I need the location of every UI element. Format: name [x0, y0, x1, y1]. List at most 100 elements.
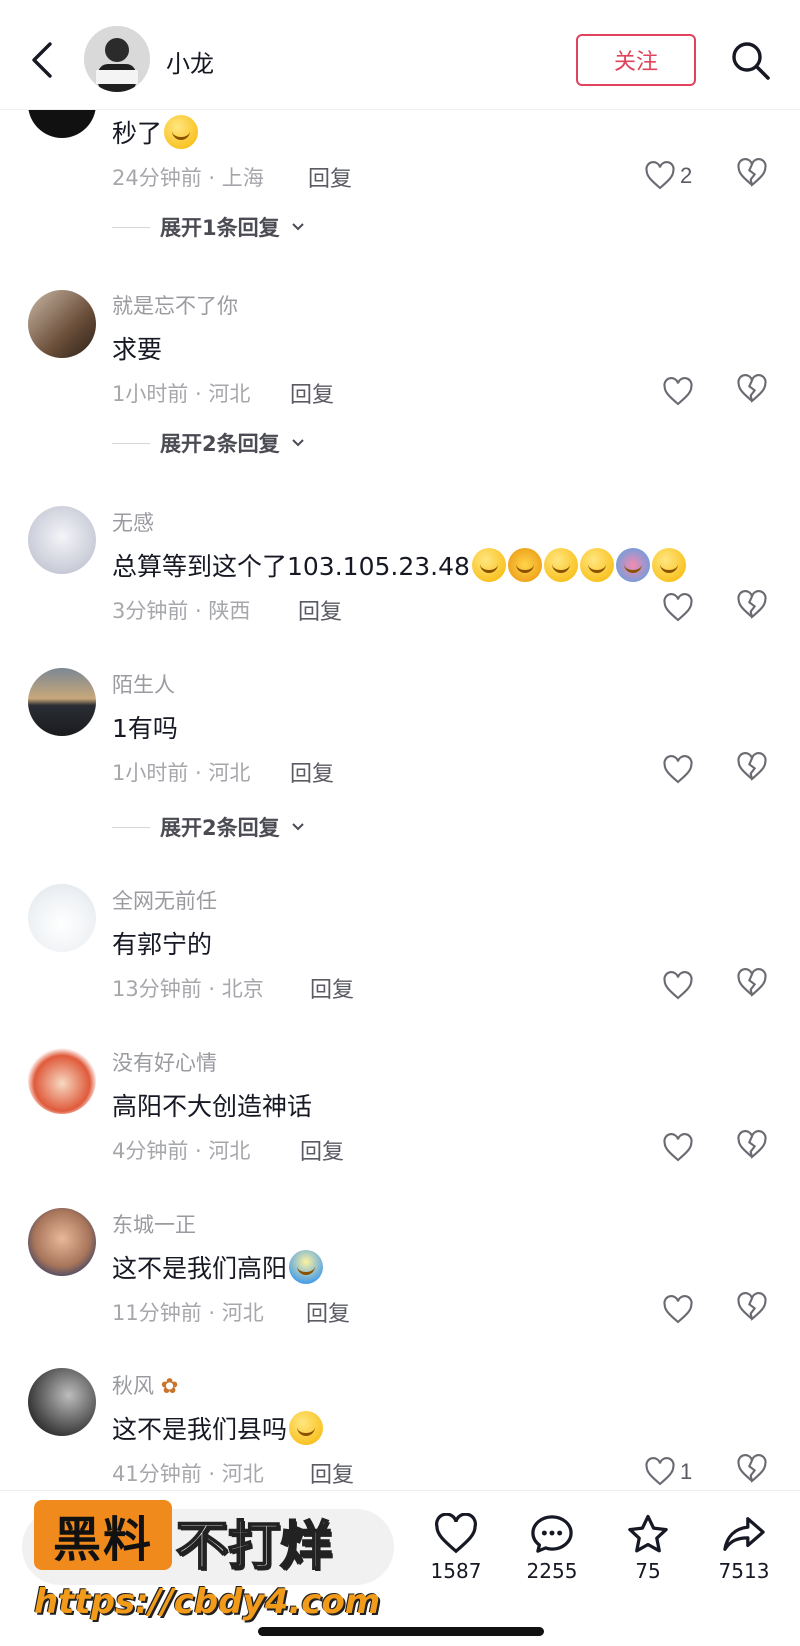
share-button[interactable]: 7513 — [704, 1513, 784, 1583]
comment-time-location: 3分钟前 · 陕西 — [112, 599, 251, 623]
dislike-button[interactable] — [736, 1292, 772, 1328]
comment-text-content: 总算等到这个了103.105.23.48 — [112, 552, 470, 581]
comment-author[interactable]: 陌生人 — [112, 669, 175, 699]
comment-avatar[interactable] — [28, 290, 96, 358]
comment-count: 2255 — [526, 1559, 578, 1583]
expand-replies-label: 展开2条回复 — [160, 432, 280, 456]
comment-text: 求要 — [112, 335, 163, 364]
relieved-emoji-icon — [543, 548, 578, 582]
comment-avatar[interactable] — [28, 1368, 96, 1436]
crying-laughing-emoji-icon — [164, 115, 199, 149]
heart-icon — [663, 1133, 693, 1162]
reply-button[interactable]: 回复 — [310, 1457, 354, 1489]
top-bar: 小龙 关注 — [0, 0, 800, 110]
chevron-left-icon — [32, 42, 52, 78]
expand-replies-button[interactable]: 展开1条回复 — [112, 212, 306, 242]
like-button[interactable] — [662, 374, 732, 410]
reply-button[interactable]: 回复 — [290, 377, 334, 409]
heart-icon — [645, 161, 675, 190]
reply-button[interactable]: 回复 — [300, 1134, 344, 1166]
comment-avatar[interactable] — [28, 668, 96, 736]
back-button[interactable] — [26, 38, 62, 82]
watermark-badge: 黑料 — [34, 1500, 172, 1570]
chevron-down-icon — [291, 439, 304, 447]
maple-leaf-icon: ✿ — [160, 1374, 179, 1398]
comment-author[interactable]: 无感 — [112, 507, 154, 537]
comments-button[interactable]: 2255 — [512, 1513, 592, 1583]
comment-author[interactable]: 东城一正 — [112, 1209, 196, 1239]
comment-avatar[interactable] — [28, 1046, 96, 1114]
share-count: 7513 — [718, 1559, 770, 1583]
comment-avatar[interactable] — [28, 1208, 96, 1276]
comment-time-location: 11分钟前 · 河北 — [112, 1301, 264, 1325]
search-button[interactable] — [728, 38, 772, 82]
like-video-button[interactable]: 1587 — [416, 1513, 496, 1583]
like-button[interactable] — [662, 752, 732, 788]
comment-text: 这不是我们县吗 — [112, 1410, 324, 1446]
divider — [112, 442, 150, 444]
like-count: 1587 — [430, 1559, 482, 1583]
follow-button[interactable]: 关注 — [576, 34, 696, 86]
grinning-emoji-icon — [471, 548, 506, 582]
dislike-button[interactable] — [736, 1130, 772, 1166]
like-button[interactable]: 2 — [644, 158, 714, 194]
heart-icon — [663, 1295, 693, 1324]
broken-heart-icon — [737, 968, 767, 997]
heart-icon — [663, 593, 693, 622]
comment-author[interactable]: 就是忘不了你 — [112, 290, 238, 320]
reply-button[interactable]: 回复 — [306, 1296, 350, 1328]
expand-replies-button[interactable]: 展开2条回复 — [112, 812, 306, 842]
chevron-down-icon — [291, 223, 304, 231]
watermark: 黑料 不打烊 https://cbdy4.com — [34, 1500, 380, 1640]
broken-heart-icon — [737, 752, 767, 781]
comment-time-location: 24分钟前 · 上海 — [112, 166, 264, 190]
smiling-emoji-icon — [651, 548, 686, 582]
like-button[interactable] — [662, 968, 732, 1004]
watermark-text: 不打烊 — [175, 1516, 333, 1578]
screaming-emoji-icon — [289, 1250, 324, 1284]
reply-button[interactable]: 回复 — [308, 161, 352, 193]
heart-icon — [435, 1513, 477, 1554]
broken-heart-icon — [737, 158, 767, 187]
divider — [112, 826, 150, 828]
broken-heart-icon — [737, 1454, 767, 1483]
pleading-emoji-icon — [289, 1411, 324, 1445]
author-avatar[interactable] — [84, 26, 150, 92]
favorite-count: 75 — [635, 1559, 661, 1583]
expand-replies-button[interactable]: 展开2条回复 — [112, 428, 306, 458]
author-name[interactable]: 小龙 — [166, 44, 214, 79]
comment-avatar[interactable] — [28, 506, 96, 574]
dislike-button[interactable] — [736, 968, 772, 1004]
comment-author[interactable]: 秋风 ✿ — [112, 1370, 178, 1400]
dislike-button[interactable] — [736, 374, 772, 410]
comment-author[interactable]: 全网无前任 — [112, 885, 217, 915]
like-count: 1 — [680, 1459, 693, 1484]
like-button[interactable] — [662, 1292, 732, 1328]
broken-heart-icon — [737, 374, 767, 403]
favorite-button[interactable]: 75 — [608, 1513, 688, 1583]
heart-icon — [663, 755, 693, 784]
comment-list: 秒了 24分钟前 · 上海 回复 2 展开1条回复 就是忘不了你 求要 1小时前… — [0, 0, 800, 1646]
like-button[interactable]: 1 — [644, 1454, 714, 1490]
comment-author[interactable]: 没有好心情 — [112, 1047, 217, 1077]
expand-replies-label: 展开1条回复 — [160, 216, 280, 240]
comment-text-content: 秒了 — [112, 119, 163, 148]
reply-button[interactable]: 回复 — [310, 972, 354, 1004]
dislike-button[interactable] — [736, 1454, 772, 1490]
expand-replies-label: 展开2条回复 — [160, 816, 280, 840]
like-button[interactable] — [662, 590, 732, 626]
like-button[interactable] — [662, 1130, 732, 1166]
party-popper-emoji-icon — [507, 548, 542, 582]
comment-text: 1有吗 — [112, 714, 178, 743]
broken-heart-icon — [737, 590, 767, 619]
chevron-down-icon — [291, 823, 304, 831]
dislike-button[interactable] — [736, 752, 772, 788]
reply-button[interactable]: 回复 — [290, 756, 334, 788]
author-avatar-image — [84, 26, 150, 92]
dislike-button[interactable] — [736, 590, 772, 626]
reply-button[interactable]: 回复 — [298, 594, 342, 626]
comment-time-location: 1小时前 · 河北 — [112, 761, 251, 785]
watermark-url: https://cbdy4.com — [34, 1582, 381, 1622]
comment-avatar[interactable] — [28, 884, 96, 952]
dislike-button[interactable] — [736, 158, 772, 194]
